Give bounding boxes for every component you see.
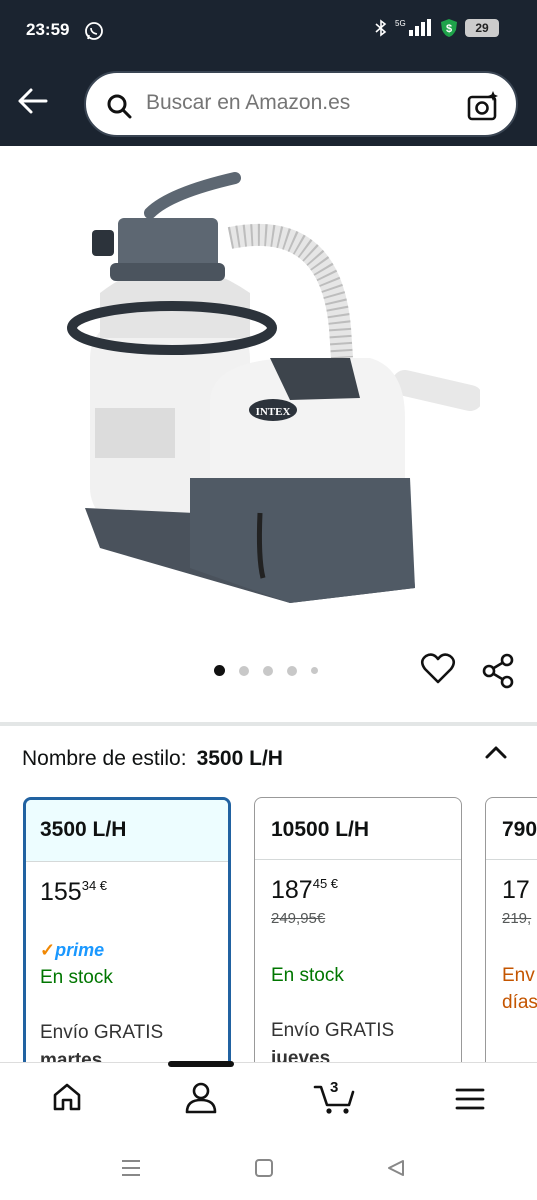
section-divider <box>0 722 537 726</box>
style-label: Nombre de estilo: 3500 L/H <box>22 747 283 771</box>
product-image[interactable]: INTEX <box>60 168 480 613</box>
option-shipping: Envío GRATIS <box>40 1022 164 1043</box>
search-input[interactable] <box>146 91 446 115</box>
battery-icon: 29 <box>465 19 499 37</box>
style-option-card-partial[interactable]: 790 17 219, Env días <box>485 797 537 1087</box>
option-price: 18745 € <box>271 876 338 905</box>
pager-dot[interactable] <box>239 665 249 676</box>
option-price: 15534 € <box>40 878 107 907</box>
brand-label: INTEX <box>256 406 291 418</box>
search-icon[interactable] <box>106 93 132 119</box>
option-name: 3500 L/H <box>26 800 228 862</box>
style-label-text: Nombre de estilo: <box>22 747 187 770</box>
search-box[interactable] <box>84 71 518 137</box>
back-icon[interactable] <box>16 86 50 116</box>
option-stock: Env <box>502 965 535 986</box>
option-name: 790 <box>486 798 537 860</box>
whatsapp-icon <box>85 22 103 40</box>
status-bar: 23:59 5G $ 29 <box>0 0 537 62</box>
price-fraction: 45 € <box>312 876 339 891</box>
pager-dot-active[interactable] <box>214 665 225 676</box>
share-icon[interactable] <box>482 653 516 689</box>
camera-icon[interactable] <box>466 89 500 123</box>
prime-label: prime <box>55 940 105 960</box>
option-name: 10500 L/H <box>255 798 461 860</box>
search-header <box>0 62 537 146</box>
menu-icon[interactable] <box>455 1087 485 1111</box>
bluetooth-icon <box>375 19 387 37</box>
status-icons: 5G $ 29 <box>373 18 499 38</box>
system-nav-bar <box>0 1136 537 1200</box>
home-nav-icon[interactable] <box>254 1158 274 1178</box>
option-old-price: 219, <box>502 910 532 927</box>
shield-icon: $ <box>441 19 457 37</box>
cart-button[interactable]: 3 <box>313 1079 357 1115</box>
status-time: 23:59 <box>26 20 70 39</box>
price-whole: 187 <box>271 876 313 904</box>
pager-dot[interactable] <box>287 665 297 676</box>
price-whole: 17 <box>502 876 530 904</box>
bottom-nav: 3 <box>0 1061 537 1136</box>
signal-icon: 5G <box>395 19 431 36</box>
heart-icon[interactable] <box>420 652 456 686</box>
network-label: 5G <box>395 19 406 28</box>
image-pager[interactable] <box>214 665 318 676</box>
option-stock: En stock <box>40 967 113 988</box>
account-icon[interactable] <box>184 1081 218 1115</box>
home-icon[interactable] <box>51 1081 83 1113</box>
style-option-card[interactable]: 10500 L/H 18745 € 249,95€ En stock Envío… <box>254 797 462 1087</box>
pager-dot[interactable] <box>311 667 318 674</box>
recents-icon[interactable] <box>120 1158 142 1178</box>
option-stock: En stock <box>271 965 344 986</box>
prime-check-icon: ✓ <box>40 940 56 960</box>
back-nav-icon[interactable] <box>386 1158 406 1178</box>
option-stock-line2: días <box>502 992 537 1013</box>
style-option-card-selected[interactable]: 3500 L/H 15534 € ✓prime En stock Envío G… <box>23 797 231 1087</box>
option-price: 17 <box>502 876 530 905</box>
option-old-price: 249,95€ <box>271 910 326 927</box>
style-selected-value: 3500 L/H <box>196 747 283 770</box>
option-shipping: Envío GRATIS <box>271 1020 395 1041</box>
price-whole: 155 <box>40 878 82 906</box>
svg-text:$: $ <box>446 23 452 35</box>
pager-dot[interactable] <box>263 665 273 676</box>
chevron-up-icon[interactable] <box>482 742 510 764</box>
prime-badge: ✓prime <box>40 940 104 961</box>
price-fraction: 34 € <box>81 878 108 893</box>
nav-active-indicator <box>168 1061 234 1067</box>
cart-count: 3 <box>330 1079 339 1096</box>
